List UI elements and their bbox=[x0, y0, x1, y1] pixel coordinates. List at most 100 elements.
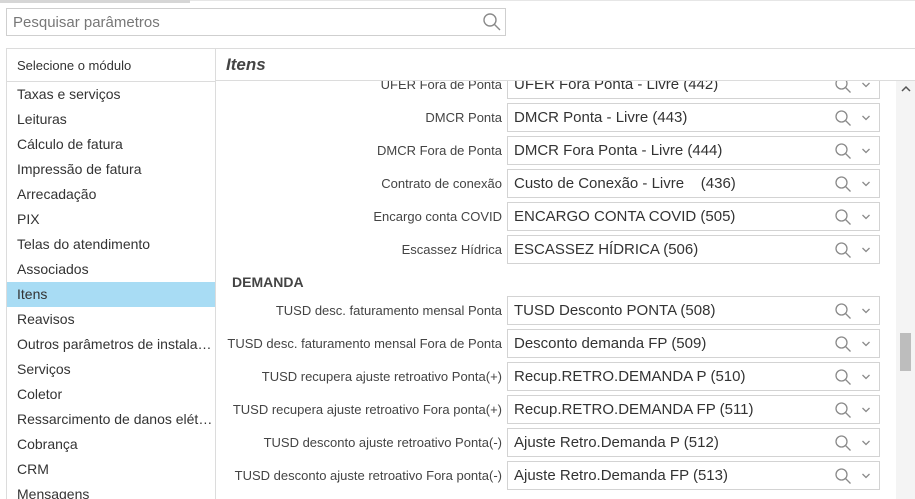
parameter-row: TUSD desc. faturamento mensal Fora de Po… bbox=[216, 329, 896, 358]
sidebar-header: Selecione o módulo bbox=[7, 49, 215, 82]
window-top-strip bbox=[0, 0, 915, 4]
parameter-lookup-field[interactable]: UFER Fora Ponta - Livre (442) bbox=[507, 81, 880, 99]
search-icon[interactable] bbox=[831, 332, 855, 356]
parameter-label: TUSD recupera ajuste retroativo Fora pon… bbox=[232, 402, 502, 417]
page-title: Itens bbox=[226, 54, 266, 74]
parameter-lookup-field[interactable]: DMCR Fora Ponta - Livre (444) bbox=[507, 136, 880, 165]
search-icon[interactable] bbox=[831, 464, 855, 488]
parameter-row: Escassez Hídrica ESCASSEZ HÍDRICA (506) bbox=[216, 235, 896, 264]
sidebar-item[interactable]: Serviços bbox=[7, 357, 215, 382]
parameter-value[interactable]: Recup.RETRO.DEMANDA P (510) bbox=[508, 368, 831, 385]
sidebar-item[interactable]: Outros parâmetros de instalação bbox=[7, 332, 215, 357]
tab-strip-divider bbox=[190, 0, 915, 1]
parameter-lookup-field[interactable]: Ajuste Retro.Demanda P (512) bbox=[507, 428, 880, 457]
search-icon[interactable] bbox=[831, 398, 855, 422]
parameter-lookup-field[interactable]: Ajuste Retro.Demanda FP (513) bbox=[507, 461, 880, 490]
parameter-lookup-field[interactable]: Recup.RETRO.DEMANDA P (510) bbox=[507, 362, 880, 391]
search-icon[interactable] bbox=[831, 139, 855, 163]
module-sidebar: Selecione o módulo Taxas e serviços Leitu… bbox=[6, 48, 216, 499]
sidebar-item[interactable]: Reavisos bbox=[7, 307, 215, 332]
sidebar-item[interactable]: PIX bbox=[7, 207, 215, 232]
parameter-label: TUSD desconto ajuste retroativo Ponta(-) bbox=[263, 435, 502, 450]
chevron-down-icon[interactable] bbox=[855, 332, 877, 356]
parameter-lookup-field[interactable]: TUSD Desconto PONTA (508) bbox=[507, 296, 880, 325]
parameter-row: Contrato de conexão Custo de Conexão - Li… bbox=[216, 169, 896, 198]
parameter-value[interactable]: Desconto demanda FP (509) bbox=[508, 335, 831, 352]
chevron-down-icon[interactable] bbox=[855, 238, 877, 262]
parameter-label: TUSD desconto ajuste retroativo Fora pon… bbox=[234, 468, 502, 483]
parameter-row: DMCR Ponta DMCR Ponta - Livre (443) bbox=[216, 103, 896, 132]
search-icon[interactable] bbox=[831, 431, 855, 455]
search-input[interactable] bbox=[7, 9, 479, 35]
parameter-value[interactable]: DMCR Fora Ponta - Livre (444) bbox=[508, 142, 831, 159]
chevron-down-icon[interactable] bbox=[855, 299, 877, 323]
chevron-down-icon[interactable] bbox=[855, 365, 877, 389]
section-title-demanda: DEMANDA bbox=[232, 274, 304, 290]
parameter-value[interactable]: TUSD Desconto PONTA (508) bbox=[508, 302, 831, 319]
sidebar-item[interactable]: Ressarcimento de danos elétricos bbox=[7, 407, 215, 432]
scrollbar-thumb[interactable] bbox=[900, 333, 911, 371]
main-header: Itens bbox=[216, 48, 915, 81]
search-icon[interactable] bbox=[831, 81, 855, 97]
parameter-label: DMCR Ponta bbox=[425, 110, 502, 125]
parameter-value[interactable]: ESCASSEZ HÍDRICA (506) bbox=[508, 241, 831, 258]
parameter-value[interactable]: UFER Fora Ponta - Livre (442) bbox=[508, 81, 831, 93]
sidebar-item[interactable]: Mensagens bbox=[7, 482, 215, 499]
parameter-value[interactable]: Ajuste Retro.Demanda P (512) bbox=[508, 434, 831, 451]
search-icon[interactable] bbox=[479, 9, 505, 35]
parameter-row: TUSD desc. faturamento mensal Ponta TUSD … bbox=[216, 296, 896, 325]
parameter-value[interactable]: Recup.RETRO.DEMANDA FP (511) bbox=[508, 401, 831, 418]
chevron-down-icon[interactable] bbox=[855, 431, 877, 455]
parameter-value[interactable]: DMCR Ponta - Livre (443) bbox=[508, 109, 831, 126]
sidebar-item[interactable]: Leituras bbox=[7, 107, 215, 132]
parameter-lookup-field[interactable]: ESCASSEZ HÍDRICA (506) bbox=[507, 235, 880, 264]
parameter-value[interactable]: ENCARGO CONTA COVID (505) bbox=[508, 208, 831, 225]
parameter-label: Encargo conta COVID bbox=[373, 209, 502, 224]
sidebar-item[interactable]: Telas do atendimento bbox=[7, 232, 215, 257]
vertical-scrollbar[interactable] bbox=[896, 81, 915, 499]
sidebar-item[interactable]: Arrecadação bbox=[7, 182, 215, 207]
search-icon[interactable] bbox=[831, 365, 855, 389]
parameter-row: TUSD desconto ajuste retroativo Ponta(-)… bbox=[216, 428, 896, 457]
parameters-panel: DEMANDA UFER Fora de Ponta UFER Fora Pont… bbox=[216, 81, 896, 499]
parameter-lookup-field[interactable]: Desconto demanda FP (509) bbox=[507, 329, 880, 358]
search-icon[interactable] bbox=[831, 238, 855, 262]
search-icon[interactable] bbox=[831, 172, 855, 196]
parameter-row: Encargo conta COVID ENCARGO CONTA COVID (… bbox=[216, 202, 896, 231]
parameter-label: UFER Fora de Ponta bbox=[380, 81, 502, 92]
chevron-down-icon[interactable] bbox=[855, 139, 877, 163]
parameter-row: TUSD recupera ajuste retroativo Fora pon… bbox=[216, 395, 896, 424]
parameter-label: Escassez Hídrica bbox=[401, 242, 502, 257]
parameter-lookup-field[interactable]: DMCR Ponta - Livre (443) bbox=[507, 103, 880, 132]
sidebar-item[interactable]: CRM bbox=[7, 457, 215, 482]
sidebar-item[interactable]: Taxas e serviços bbox=[7, 82, 215, 107]
sidebar-item[interactable]: Cobrança bbox=[7, 432, 215, 457]
sidebar-item[interactable]: Impressão de fatura bbox=[7, 157, 215, 182]
search-icon[interactable] bbox=[831, 205, 855, 229]
search-box[interactable] bbox=[6, 8, 506, 36]
parameter-row: TUSD desconto ajuste retroativo Fora pon… bbox=[216, 461, 896, 490]
sidebar-list: Taxas e serviços Leituras Cálculo de fatur… bbox=[7, 82, 215, 499]
chevron-down-icon[interactable] bbox=[855, 464, 877, 488]
search-icon[interactable] bbox=[831, 299, 855, 323]
parameter-lookup-field[interactable]: Custo de Conexão - Livre (436) bbox=[507, 169, 880, 198]
chevron-down-icon[interactable] bbox=[855, 81, 877, 97]
chevron-down-icon[interactable] bbox=[855, 398, 877, 422]
sidebar-item[interactable]: Associados bbox=[7, 257, 215, 282]
parameter-value[interactable]: Custo de Conexão - Livre (436) bbox=[508, 175, 831, 192]
parameter-lookup-field[interactable]: Recup.RETRO.DEMANDA FP (511) bbox=[507, 395, 880, 424]
parameter-label: TUSD recupera ajuste retroativo Ponta(+) bbox=[261, 369, 502, 384]
chevron-down-icon[interactable] bbox=[855, 106, 877, 130]
search-icon[interactable] bbox=[831, 106, 855, 130]
parameter-label: Contrato de conexão bbox=[381, 176, 502, 191]
parameter-row: DMCR Fora de Ponta DMCR Fora Ponta - Livr… bbox=[216, 136, 896, 165]
chevron-down-icon[interactable] bbox=[855, 205, 877, 229]
chevron-down-icon[interactable] bbox=[855, 172, 877, 196]
sidebar-item[interactable]: Coletor bbox=[7, 382, 215, 407]
parameter-label: DMCR Fora de Ponta bbox=[377, 143, 502, 158]
parameter-lookup-field[interactable]: ENCARGO CONTA COVID (505) bbox=[507, 202, 880, 231]
scroll-up-icon[interactable] bbox=[896, 81, 915, 97]
sidebar-item[interactable]: Itens bbox=[7, 282, 215, 307]
sidebar-item[interactable]: Cálculo de fatura bbox=[7, 132, 215, 157]
parameter-value[interactable]: Ajuste Retro.Demanda FP (513) bbox=[508, 467, 831, 484]
